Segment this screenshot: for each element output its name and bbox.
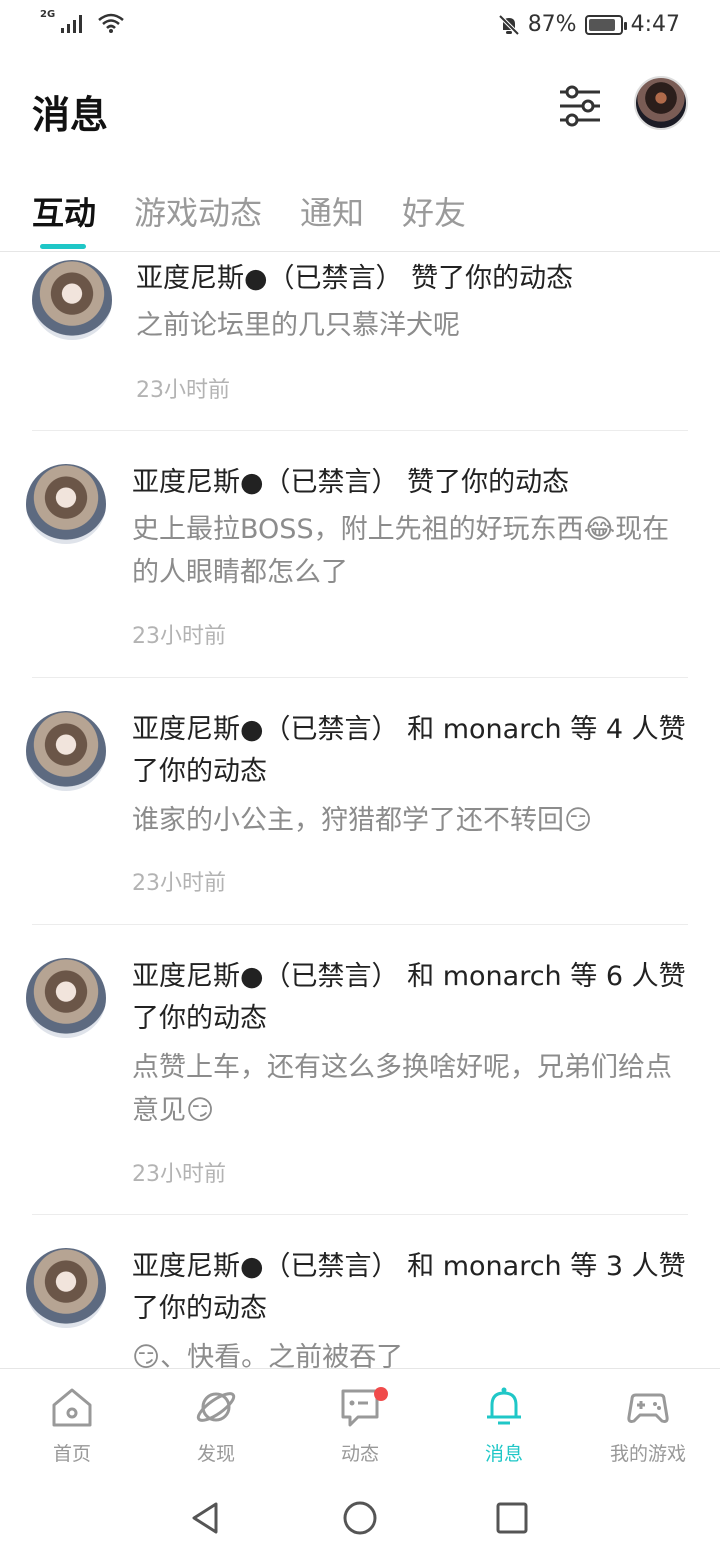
avatar[interactable] [26, 958, 106, 1038]
mute-bell-icon [498, 14, 520, 35]
divider [32, 1214, 688, 1215]
gamepad-icon [627, 1393, 669, 1423]
planet-icon [196, 1392, 236, 1422]
battery-percent: 87% [527, 12, 577, 37]
tab-bar: 互动 游戏动态 通知 好友 [0, 180, 720, 252]
back-triangle-icon[interactable] [186, 1498, 226, 1538]
nav-my-games[interactable]: 我的游戏 [576, 1369, 720, 1477]
battery-icon [584, 14, 627, 35]
tab-notifications[interactable]: 通知 [300, 188, 364, 234]
message-title: 亚度尼斯●（已禁言） 和 monarch 等 4 人赞了你的动态 [132, 714, 686, 787]
tab-friends[interactable]: 好友 [402, 188, 466, 234]
status-right: 87% 4:47 [498, 12, 680, 37]
message-title: 亚度尼斯●（已禁言） 和 monarch 等 3 人赞了你的动态 [132, 1251, 686, 1324]
avatar[interactable] [26, 464, 106, 544]
message-time: 23小时前 [132, 624, 226, 649]
status-left: 2G [40, 9, 125, 34]
wifi-icon [98, 13, 124, 33]
tab-interactions[interactable]: 互动 [32, 188, 96, 234]
filter-sliders-icon [560, 85, 600, 127]
message-list[interactable]: 亚度尼斯●（已禁言） 赞了你的动态 之前论坛里的几只慕洋犬呢 23小时前 亚度尼… [0, 252, 720, 1368]
notification-badge [374, 1387, 388, 1401]
message-title: 亚度尼斯●（已禁言） 赞了你的动态 [132, 467, 570, 498]
nav-discover[interactable]: 发现 [144, 1369, 288, 1477]
nav-feed-label: 动态 [340, 1443, 379, 1465]
nav-discover-label: 发现 [196, 1443, 235, 1465]
message-body: 史上最拉BOSS，附上先祖的好玩东西😂现在的人眼睛都怎么了 [132, 514, 670, 588]
nav-messages[interactable]: 消息 [432, 1369, 576, 1477]
nav-my-games-label: 我的游戏 [609, 1443, 686, 1465]
message-title: 亚度尼斯●（已禁言） 和 monarch 等 6 人赞了你的动态 [132, 961, 686, 1034]
avatar[interactable] [26, 1248, 106, 1328]
page-title: 消息 [32, 93, 109, 137]
signal-icon [61, 15, 83, 33]
home-icon [52, 1388, 92, 1427]
message-body: 之前论坛里的几只慕洋犬呢 [136, 310, 460, 341]
avatar[interactable] [26, 711, 106, 791]
network-type: 2G [40, 9, 56, 20]
header: 消息 [0, 60, 720, 160]
message-time: 23小时前 [136, 378, 230, 403]
battery-level [588, 18, 615, 31]
message-body: 谁家的小公主，狩猎都学了还不转回😏 [132, 805, 593, 836]
message-body: 😏、快看。之前被吞了 [132, 1342, 404, 1368]
nav-home-label: 首页 [52, 1443, 91, 1465]
divider [32, 924, 688, 925]
home-circle-icon[interactable] [340, 1498, 380, 1538]
bottom-nav: 首页 发现 动态 消息 我的游戏 [0, 1368, 720, 1476]
nav-home[interactable]: 首页 [0, 1369, 144, 1477]
divider [32, 677, 688, 678]
active-tab-indicator [40, 244, 86, 249]
avatar[interactable] [32, 260, 112, 340]
nav-feed[interactable]: 动态 [288, 1369, 432, 1477]
system-nav-bar [0, 1476, 720, 1560]
message-body: 点赞上车，还有这么多换啥好呢，兄弟们给点意见😏 [132, 1052, 672, 1126]
tab-game-updates[interactable]: 游戏动态 [134, 188, 262, 234]
user-avatar[interactable] [634, 76, 688, 130]
clock: 4:47 [630, 12, 680, 37]
recents-square-icon[interactable] [492, 1498, 532, 1538]
divider [32, 430, 688, 431]
nav-messages-label: 消息 [484, 1443, 523, 1465]
message-title: 亚度尼斯●（已禁言） 赞了你的动态 [136, 263, 574, 294]
status-bar: 2G 87% 4:47 [0, 0, 720, 52]
filter-button[interactable] [556, 82, 604, 130]
message-time: 23小时前 [132, 871, 226, 896]
bell-icon [487, 1387, 521, 1425]
message-time: 23小时前 [132, 1162, 226, 1187]
